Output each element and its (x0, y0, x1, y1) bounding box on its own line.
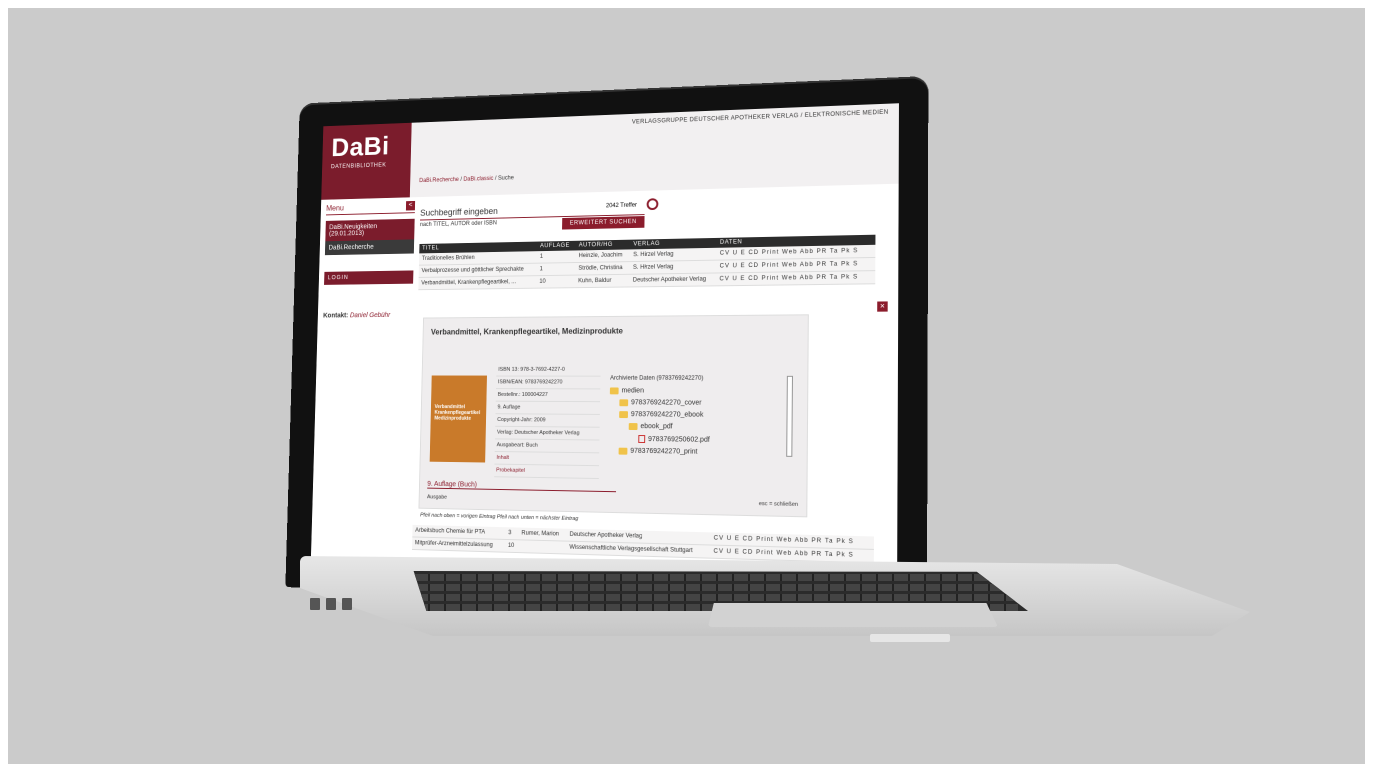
sidebar-item-recherche[interactable]: DaBi.Recherche (324, 239, 415, 256)
breadcrumb-link-recherche[interactable]: DaBi.Recherche (419, 177, 459, 184)
archive-header: Archivierte Daten (9783769242270) (610, 375, 704, 382)
search-icon[interactable] (646, 198, 659, 211)
ausgabe-label: Ausgabe (426, 494, 448, 501)
contact-link[interactable]: Daniel Gebühr (350, 312, 390, 319)
cell-edition: 10 (504, 539, 519, 553)
detail-panel: Verbandmittel, Krankenpflegeartikel, Med… (418, 314, 809, 518)
folder-icon (619, 399, 629, 407)
cell-publisher: Deutscher Apotheker Verlag (629, 272, 717, 287)
meta-isbn13: ISBN 13: 978-3-7692-4227-0 (496, 363, 601, 377)
meta-copyright: Copyright-Jahr: 2009 (495, 414, 600, 428)
cell-data-links[interactable]: CV U E CD Print Web Abb PR Ta Pk S (716, 270, 876, 286)
usb-port-icon (342, 598, 352, 610)
top-bar: VERLAGSGRUPPE DEUTSCHER APOTHEKER VERLAG… (409, 103, 899, 198)
cover-text: Verbandmittel Krankenpflegeartikel Mediz… (434, 404, 481, 422)
edition-select[interactable]: 9. Auflage (Buch) (427, 480, 617, 493)
meta-edition: 9. Auflage (495, 401, 601, 415)
folder-icon (618, 447, 628, 455)
contact-line: Kontakt: Daniel Gebühr (323, 312, 412, 319)
tree-item-label: 9783769242270_cover (631, 399, 702, 407)
results-table: TITEL AUFLAGE AUTOR/HG VERLAG DATEN Trad… (418, 234, 876, 290)
tree-item[interactable]: 9783769242270_print (618, 447, 799, 457)
cell-author: Kuhn, Baldur (575, 274, 631, 288)
breadcrumb-current: Suche (497, 175, 514, 182)
usb-port-icon (310, 598, 320, 610)
book-cover-image[interactable]: Verbandmittel Krankenpflegeartikel Mediz… (429, 375, 487, 463)
tree-item-label: 9783769242270_print (630, 447, 698, 456)
dabi-logo[interactable]: DaBi (331, 131, 403, 163)
tree-item[interactable]: 9783769250602.pdf (638, 435, 798, 445)
pdf-link-probekapitel[interactable]: Probekapitel (494, 464, 599, 480)
breadcrumb-link-classic[interactable]: DaBi.classic (463, 176, 493, 183)
usb-port-icon (326, 598, 336, 610)
laptop-lid: DaBi DATENBIBLIOTHEK VERLAGSGRUPPE DEUTS… (285, 75, 929, 611)
cell-author: Strödle, Christina (575, 261, 631, 276)
laptop-screen: DaBi DATENBIBLIOTHEK VERLAGSGRUPPE DEUTS… (310, 103, 899, 580)
contact-prefix: Kontakt: (323, 312, 349, 320)
cell-edition: 1 (536, 262, 576, 276)
tree-item-label: 9783769242270_ebook (630, 411, 704, 419)
brand-panel: DaBi DATENBIBLIOTHEK (321, 122, 412, 200)
sidebar-item-neuigkeiten[interactable]: DaBi.Neuigkeiten (29.01.2013) (325, 218, 415, 242)
tree-item[interactable]: 9783769242270_cover (619, 399, 799, 407)
meta-publisher: Verlag: Deutscher Apotheker Verlag (494, 426, 600, 441)
cell-author: Heinzle, Joachim (575, 249, 631, 263)
esc-hint: esc = schließen (758, 501, 799, 508)
folder-icon (609, 387, 619, 395)
cell-edition: 3 (505, 527, 519, 540)
cell-edition: 1 (536, 250, 576, 264)
book-meta: ISBN 13: 978-3-7692-4227-0 ISBN/EAN: 978… (494, 363, 601, 480)
meta-ean: ISBN/EAN: 9783769242270 (495, 376, 601, 390)
cell-author (518, 539, 567, 554)
hit-count: 2042 Treffer (605, 202, 638, 210)
tree-item[interactable]: 9783769242270_ebook (619, 411, 799, 419)
publisher-title: VERLAGSGRUPPE DEUTSCHER APOTHEKER VERLAG… (631, 109, 889, 126)
detail-title: Verbandmittel, Krankenpflegeartikel, Med… (430, 326, 624, 337)
results-table-lower: Arbeitsbuch Chemie für PTA 3 Rumer, Mari… (411, 524, 874, 564)
folder-icon (619, 411, 629, 419)
laptop-trackpad (708, 603, 998, 627)
cell-publisher: S. Hirzel Verlag (630, 260, 717, 275)
laptop-front-notch (870, 634, 950, 642)
cell-title: Mitprüfer-Arzneimittelzulassung (411, 536, 506, 553)
tree-item-label: medien (621, 387, 644, 395)
navigation-hint: Pfeil nach oben = vorigen Eintrag Pfeil … (420, 512, 579, 523)
cell-publisher: Wissenschaftliche Verlagsgesellschaft St… (566, 541, 711, 559)
folder-icon (628, 423, 638, 431)
tree-item[interactable]: medien (609, 387, 799, 395)
menu-label: Menu (326, 203, 344, 213)
advanced-search-button[interactable]: ERWEITERT SUCHEN (562, 216, 645, 230)
meta-order-no: Bestellnr.: 100004227 (495, 389, 601, 403)
backdrop: DaBi DATENBIBLIOTHEK VERLAGSGRUPPE DEUTS… (8, 8, 1365, 764)
tree-item[interactable]: ebook_pdf (628, 423, 799, 432)
login-button[interactable]: LOGIN (324, 270, 414, 285)
tree-item-label: 9783769250602.pdf (648, 435, 710, 444)
pdf-icon (638, 435, 646, 444)
search-box: Suchbegriff eingeben nach TITEL, AUTOR o… (420, 198, 659, 230)
brand-subtitle: DATENBIBLIOTHEK (330, 162, 387, 171)
scrollbar[interactable] (786, 375, 794, 457)
close-icon[interactable]: × (877, 301, 888, 312)
menu-header: Menu < (326, 200, 416, 216)
archive-tree: Archivierte Daten (9783769242270) medien… (609, 376, 799, 462)
cell-title: Verbandmittel, Krankenpflegeartikel, ... (418, 275, 537, 290)
tree-item-label: ebook_pdf (640, 423, 673, 431)
sidebar: Menu < DaBi.Neuigkeiten (29.01.2013) DaB… (323, 200, 416, 319)
cell-edition: 10 (536, 275, 576, 289)
menu-collapse-button[interactable]: < (405, 200, 416, 211)
